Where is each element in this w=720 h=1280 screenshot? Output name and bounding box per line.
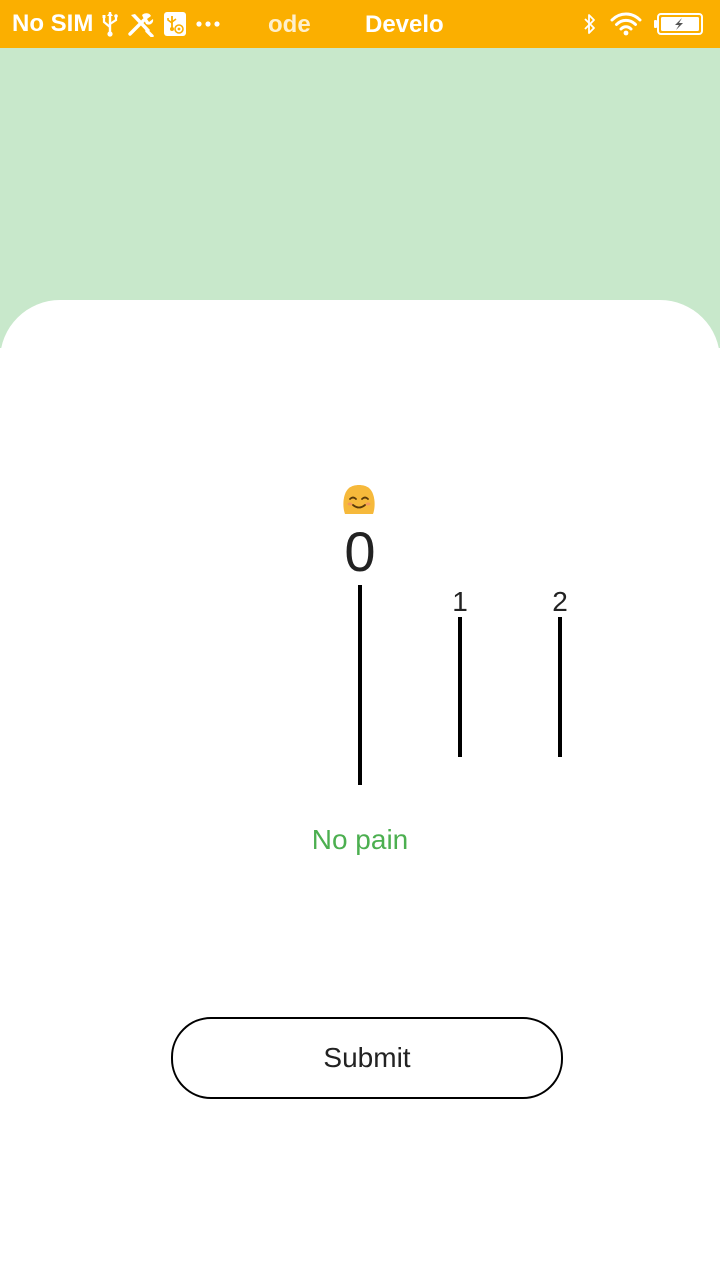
scale-tick-2[interactable]	[558, 617, 562, 757]
ticker-text-2: Develo	[365, 11, 444, 38]
scale-tick-label-1[interactable]: 1	[440, 586, 480, 618]
wifi-icon	[610, 12, 642, 36]
content-sheet	[0, 300, 720, 1280]
smiling-face-icon	[341, 482, 377, 518]
ticker-text-1: ode	[268, 11, 311, 38]
more-dots-icon	[195, 20, 221, 28]
selected-pain-value: 0	[344, 520, 376, 583]
bluetooth-icon	[582, 12, 598, 36]
submit-button[interactable]: Submit	[171, 1017, 563, 1099]
status-bar-ticker: ode Develo	[268, 0, 450, 48]
scale-tick-label-2[interactable]: 2	[540, 586, 580, 618]
status-bar-left: No SIM	[12, 0, 221, 48]
status-bar-right	[582, 0, 704, 48]
carrier-label: No SIM	[12, 10, 94, 37]
scale-tick-1[interactable]	[458, 617, 462, 757]
pain-description: No pain	[311, 824, 409, 855]
pain-scale-screen: No SIM ode Develo 0 1 2 No pain Submit	[0, 0, 720, 1280]
status-bar: No SIM ode Develo	[0, 0, 720, 48]
battery-charging-icon	[654, 12, 704, 36]
scale-tick-0[interactable]	[358, 585, 362, 785]
usb-debug-icon	[163, 11, 187, 37]
usb-icon	[101, 11, 119, 37]
tools-icon	[127, 11, 155, 37]
